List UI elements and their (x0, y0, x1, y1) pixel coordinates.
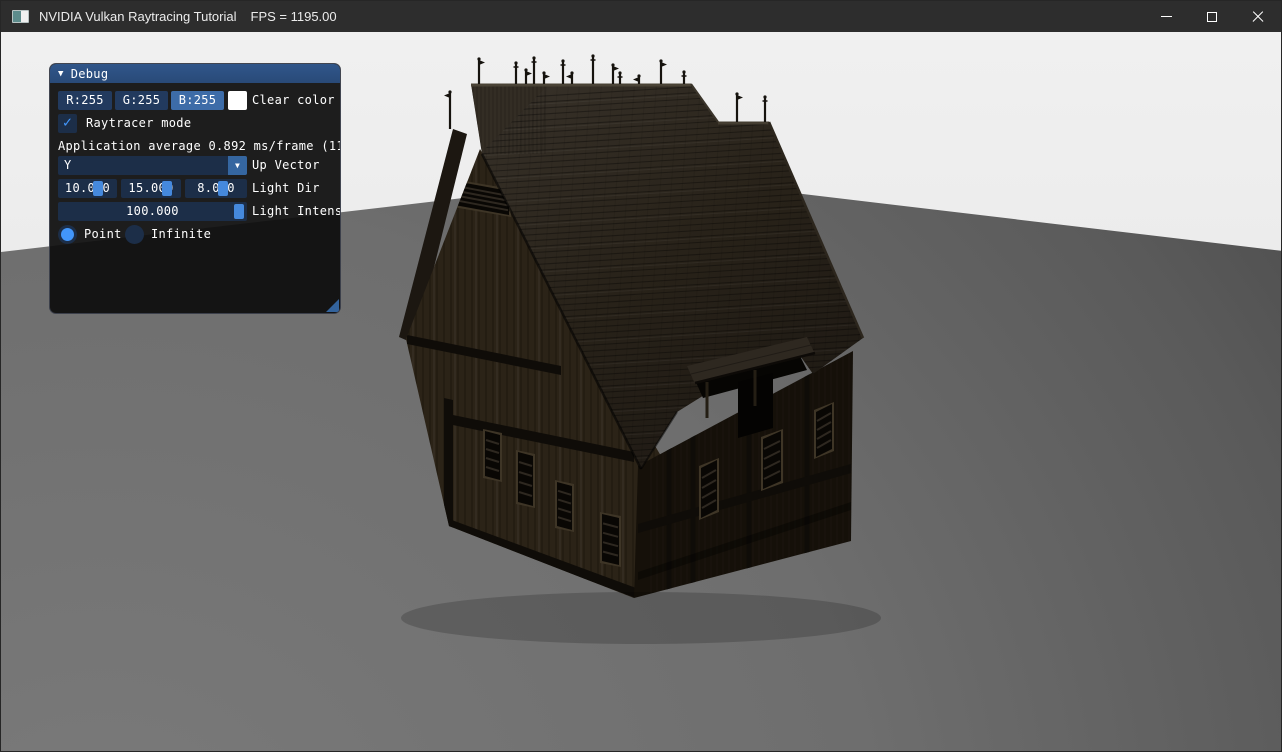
up-vector-combo[interactable]: Y (58, 156, 247, 175)
green-channel-button[interactable]: G:255 (115, 91, 168, 110)
up-vector-label: Up Vector (252, 156, 320, 175)
maximize-icon (1207, 12, 1217, 22)
point-light-radio[interactable] (58, 225, 77, 244)
debug-panel-titlebar[interactable]: ▼ Debug (50, 64, 340, 83)
viewport-3d[interactable]: ▼ Debug R:255 G:255 B:255 Clear color ✓ … (1, 32, 1282, 752)
minimize-icon (1161, 16, 1172, 17)
light-intensity-label: Light Intensity (252, 202, 341, 221)
checkmark-icon: ✓ (63, 115, 72, 130)
light-dir-z-slider[interactable]: 8.000 (185, 179, 247, 198)
clear-color-label: Clear color (252, 91, 335, 110)
slider-grab[interactable] (234, 204, 244, 219)
stats-text: Application average 0.892 ms/frame (1120 (58, 137, 340, 156)
red-channel-button[interactable]: R:255 (58, 91, 112, 110)
resize-grip[interactable] (326, 299, 339, 312)
infinite-light-label: Infinite (151, 225, 211, 244)
fps-counter: FPS = 1195.00 (251, 9, 337, 24)
titlebar[interactable]: NVIDIA Vulkan Raytracing Tutorial FPS = … (1, 1, 1281, 32)
up-vector-row: Y ▼ Up Vector (50, 156, 340, 175)
infinite-light-radio[interactable] (125, 225, 144, 244)
light-dir-x-slider[interactable]: 10.000 (58, 179, 117, 198)
app-icon (12, 10, 29, 23)
clear-color-row: R:255 G:255 B:255 Clear color (50, 91, 340, 110)
light-dir-label: Light Dir (252, 179, 320, 198)
debug-panel[interactable]: ▼ Debug R:255 G:255 B:255 Clear color ✓ … (49, 63, 341, 314)
raytracer-checkbox[interactable]: ✓ (58, 114, 77, 133)
clear-color-swatch[interactable] (228, 91, 247, 110)
application-window: NVIDIA Vulkan Raytracing Tutorial FPS = … (0, 0, 1282, 752)
debug-panel-title: Debug (71, 67, 109, 81)
maximize-button[interactable] (1189, 1, 1235, 32)
blue-channel-button[interactable]: B:255 (171, 91, 224, 110)
light-dir-y-slider[interactable]: 15.000 (121, 179, 181, 198)
close-button[interactable] (1235, 1, 1281, 32)
collapse-arrow-icon[interactable]: ▼ (58, 69, 64, 79)
slider-grab[interactable] (218, 181, 228, 196)
point-light-label: Point (84, 225, 122, 244)
window-title: NVIDIA Vulkan Raytracing Tutorial (39, 9, 237, 24)
light-dir-row: 10.000 15.000 8.000 Light Dir (50, 179, 340, 198)
chevron-down-icon[interactable]: ▼ (228, 156, 247, 175)
light-type-row: Point Infinite (50, 225, 340, 244)
raytracer-label: Raytracer mode (86, 114, 191, 133)
slider-grab[interactable] (162, 181, 172, 196)
close-icon (1252, 11, 1264, 23)
raytracer-row: ✓ Raytracer mode (50, 114, 340, 133)
light-intensity-slider[interactable]: 100.000 (58, 202, 247, 221)
light-intensity-row: 100.000 Light Intensity (50, 202, 340, 221)
minimize-button[interactable] (1143, 1, 1189, 32)
slider-grab[interactable] (93, 181, 103, 196)
